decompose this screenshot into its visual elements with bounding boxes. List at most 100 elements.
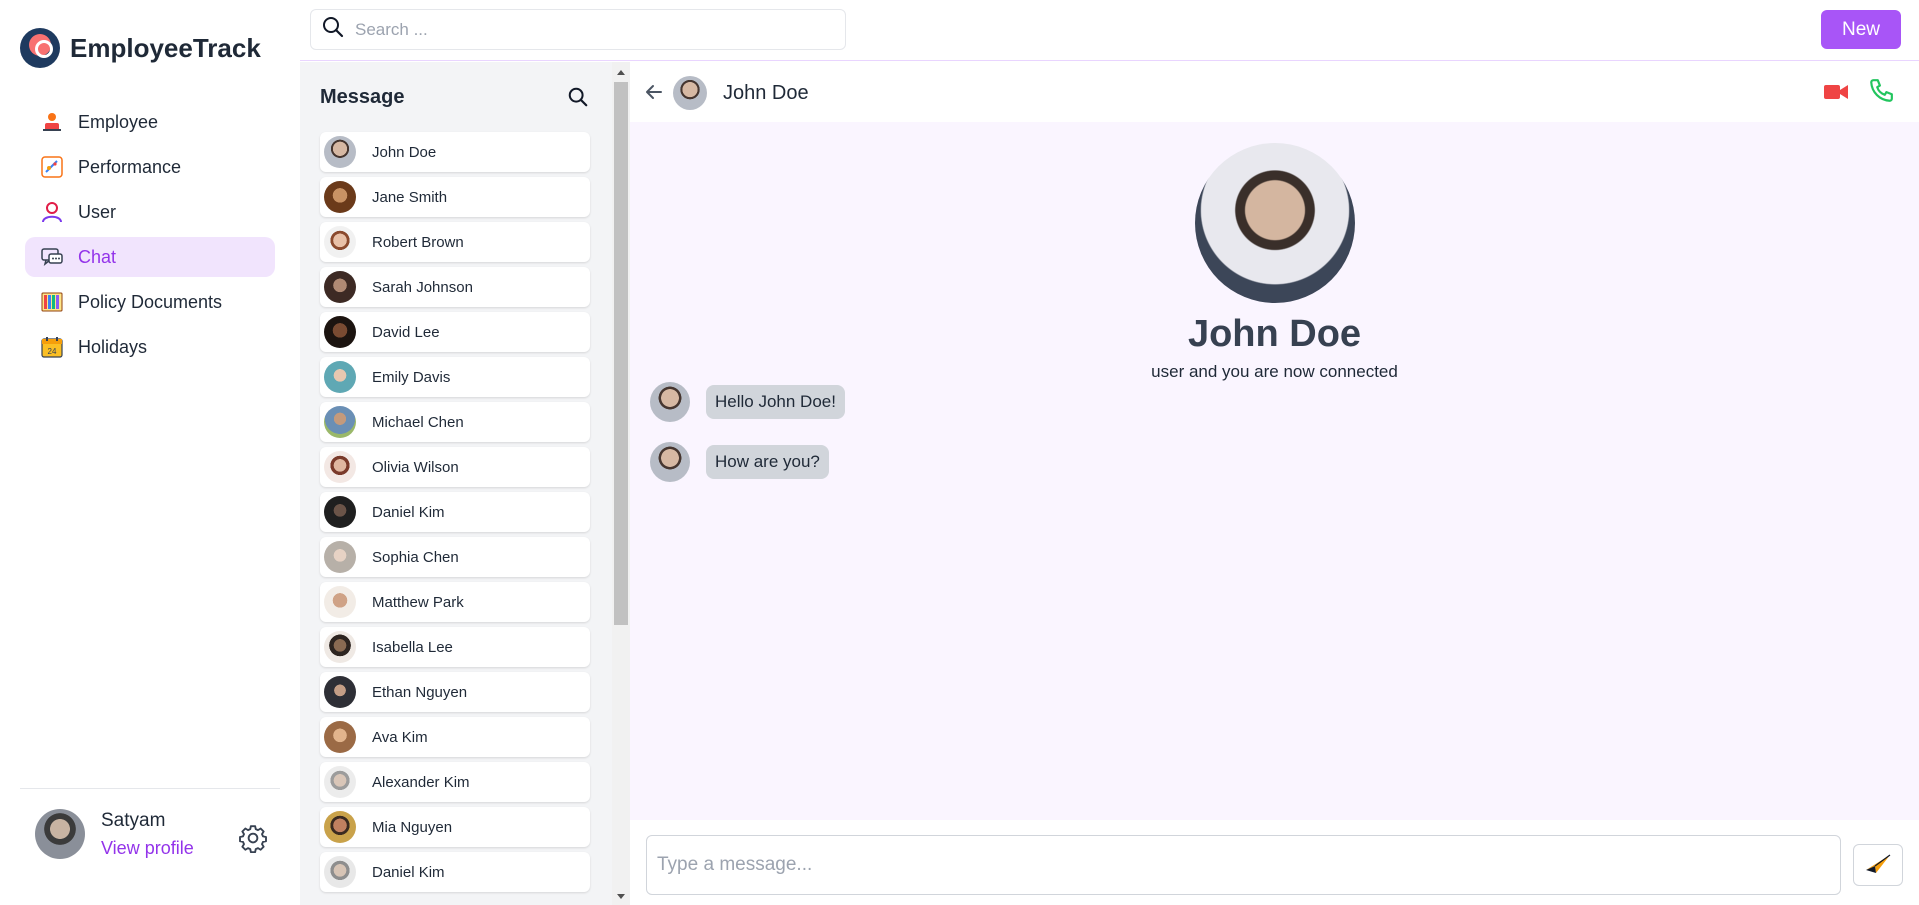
avatar xyxy=(324,271,356,303)
sidebar-nav: Employee Performance User Chat Policy Do… xyxy=(25,102,275,372)
contact-list: John Doe Jane Smith Robert Brown Sarah J… xyxy=(320,132,590,897)
list-item[interactable]: Ava Kim xyxy=(320,717,590,757)
sidebar-item-label: Chat xyxy=(78,246,117,267)
contact-name: Alexander Kim xyxy=(372,773,470,791)
contact-name: David Lee xyxy=(372,323,440,341)
contact-name: Ava Kim xyxy=(372,728,428,746)
avatar xyxy=(324,721,356,753)
svg-text:24: 24 xyxy=(48,347,57,356)
search-icon[interactable] xyxy=(567,86,589,108)
list-item[interactable]: John Doe xyxy=(320,132,590,172)
sidebar-item-policy-documents[interactable]: Policy Documents xyxy=(25,282,275,322)
send-icon xyxy=(1864,854,1892,879)
message-bubble: How are you? xyxy=(706,445,829,479)
top-bar: New xyxy=(300,0,1919,61)
avatar[interactable] xyxy=(35,809,85,859)
sidebar-item-chat[interactable]: Chat xyxy=(25,237,275,277)
sidebar-item-label: Policy Documents xyxy=(78,291,223,312)
list-item[interactable]: Sarah Johnson xyxy=(320,267,590,307)
list-item[interactable]: Robert Brown xyxy=(320,222,590,262)
logo-icon xyxy=(20,28,60,68)
sidebar-item-label: User xyxy=(78,201,117,222)
message-composer xyxy=(630,820,1919,905)
list-item[interactable]: Isabella Lee xyxy=(320,627,590,667)
avatar xyxy=(324,451,356,483)
contact-name: Jane Smith xyxy=(372,188,448,206)
connection-status: user and you are now connected xyxy=(1151,362,1398,381)
contact-name: Michael Chen xyxy=(372,413,464,431)
list-item[interactable]: Olivia Wilson xyxy=(320,447,590,487)
list-item[interactable]: Daniel Kim xyxy=(320,852,590,892)
contact-name: Daniel Kim xyxy=(372,503,445,521)
list-item[interactable]: Emily Davis xyxy=(320,357,590,397)
contacts-scrollbar[interactable] xyxy=(612,62,630,905)
avatar xyxy=(324,766,356,798)
message-bubble: Hello John Doe! xyxy=(706,385,845,419)
contacts-title: Message xyxy=(320,86,405,108)
contact-name: Daniel Kim xyxy=(372,863,445,881)
list-item[interactable]: David Lee xyxy=(320,312,590,352)
search-icon xyxy=(321,15,345,44)
avatar xyxy=(324,811,356,843)
message-row: Hello John Doe! xyxy=(650,382,845,422)
profile-name: Satyam xyxy=(101,809,166,831)
avatar xyxy=(324,136,356,168)
performance-icon xyxy=(40,155,64,179)
new-button[interactable]: New xyxy=(1821,10,1901,49)
list-item[interactable]: Jane Smith xyxy=(320,177,590,217)
calendar-icon: 24 xyxy=(40,335,64,359)
sidebar-item-performance[interactable]: Performance xyxy=(25,147,275,187)
sidebar-item-label: Performance xyxy=(78,156,182,177)
video-call-icon[interactable] xyxy=(1823,80,1849,104)
avatar xyxy=(324,361,356,393)
back-arrow-icon[interactable] xyxy=(642,80,666,104)
avatar xyxy=(324,856,356,888)
contact-name: Robert Brown xyxy=(372,233,464,251)
scrollbar-thumb[interactable] xyxy=(614,82,628,625)
avatar xyxy=(650,442,690,482)
list-item[interactable]: Mia Nguyen xyxy=(320,807,590,847)
message-input[interactable] xyxy=(646,835,1841,895)
contact-name: Sophia Chen xyxy=(372,548,459,566)
search-input[interactable] xyxy=(355,19,815,40)
scroll-down-arrow-icon[interactable] xyxy=(617,894,625,899)
message-row: How are you? xyxy=(650,442,829,482)
avatar xyxy=(324,541,356,573)
contact-name: Sarah Johnson xyxy=(372,278,473,296)
list-item[interactable]: Daniel Kim xyxy=(320,492,590,532)
contacts-panel: Message John Doe Jane Smith Robert Brown… xyxy=(300,62,630,905)
contact-name: Mia Nguyen xyxy=(372,818,453,836)
app-name: EmployeeTrack xyxy=(70,32,261,63)
sidebar-item-label: Employee xyxy=(78,111,159,132)
contact-profile-name: John Doe xyxy=(1187,313,1362,355)
list-item[interactable]: Sophia Chen xyxy=(320,537,590,577)
avatar xyxy=(324,676,356,708)
sidebar-item-holidays[interactable]: 24 Holidays xyxy=(25,327,275,367)
sidebar-item-user[interactable]: User xyxy=(25,192,275,232)
avatar xyxy=(324,586,356,618)
avatar xyxy=(650,382,690,422)
contact-name: Emily Davis xyxy=(372,368,451,386)
user-icon xyxy=(40,200,64,224)
chat-contact-name: John Doe xyxy=(723,82,809,104)
list-item[interactable]: Ethan Nguyen xyxy=(320,672,590,712)
sidebar-item-employee[interactable]: Employee xyxy=(25,102,275,142)
gear-icon[interactable] xyxy=(238,823,268,854)
contact-profile-avatar xyxy=(1195,143,1355,303)
list-item[interactable]: Alexander Kim xyxy=(320,762,590,802)
avatar xyxy=(324,181,356,213)
contact-name: Matthew Park xyxy=(372,593,464,611)
scroll-up-arrow-icon[interactable] xyxy=(617,70,625,75)
view-profile-link[interactable]: View profile xyxy=(101,838,194,859)
brand[interactable]: EmployeeTrack xyxy=(20,28,261,68)
employee-icon xyxy=(40,110,64,134)
profile-text: Satyam View profile xyxy=(101,810,194,859)
avatar xyxy=(324,496,356,528)
sidebar: EmployeeTrack Employee Performance User … xyxy=(0,0,300,905)
send-button[interactable] xyxy=(1853,844,1903,886)
user-profile: Satyam View profile xyxy=(20,788,280,859)
contact-name: John Doe xyxy=(372,143,437,161)
phone-call-icon[interactable] xyxy=(1868,78,1894,104)
list-item[interactable]: Matthew Park xyxy=(320,582,590,622)
list-item[interactable]: Michael Chen xyxy=(320,402,590,442)
